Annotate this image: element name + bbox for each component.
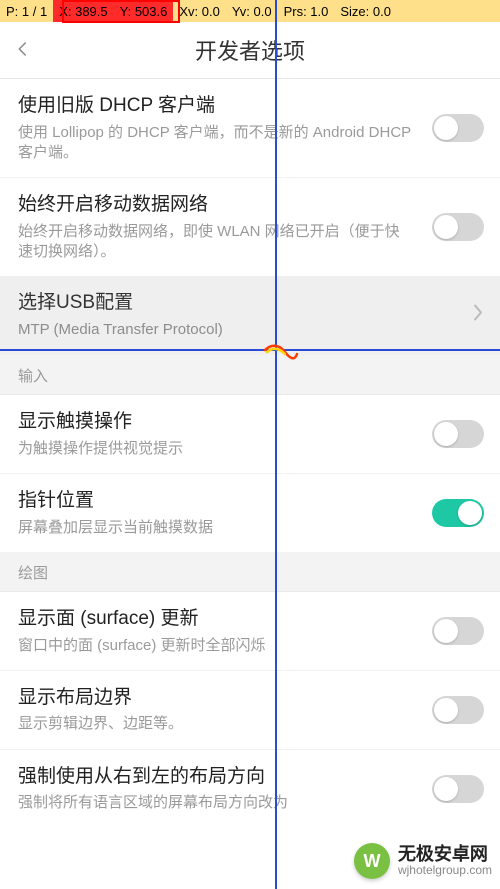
screen: P: 1 / 1 X: 389.5 Y: 503.6 Xv: 0.0 Yv: 0…: [0, 0, 500, 889]
toggle-force-rtl[interactable]: [432, 775, 484, 803]
row-surface-sub: 窗口中的面 (surface) 更新时全部闪烁: [18, 636, 482, 656]
row-rtl-label: 强制使用从右到左的布局方向: [18, 764, 482, 790]
row-rtl-sub: 强制将所有语言区域的屏幕布局方向改为: [18, 793, 482, 813]
row-mobile-data[interactable]: 始终开启移动数据网络 始终开启移动数据网络，即使 WLAN 网络已开启（便于快速…: [0, 178, 500, 276]
page-title: 开发者选项: [195, 34, 305, 66]
row-layout-label: 显示布局边界: [18, 685, 482, 711]
row-show-touches-sub: 为触摸操作提供视觉提示: [18, 439, 482, 459]
pointer-debug-bar: P: 1 / 1 X: 389.5 Y: 503.6 Xv: 0.0 Yv: 0…: [0, 0, 500, 22]
debug-y: Y: 503.6: [114, 0, 174, 22]
row-usb-sub: MTP (Media Transfer Protocol): [18, 320, 482, 340]
watermark-url: wjhotelgroup.com: [398, 864, 492, 877]
debug-xv: Xv: 0.0: [173, 0, 225, 22]
row-surface-updates[interactable]: 显示面 (surface) 更新 窗口中的面 (surface) 更新时全部闪烁: [0, 592, 500, 671]
section-draw: 绘图: [0, 552, 500, 592]
debug-yv: Yv: 0.0: [226, 0, 278, 22]
debug-p: P: 1 / 1: [0, 0, 53, 22]
watermark-name: 无极安卓网: [398, 845, 492, 865]
toggle-mobile-data[interactable]: [432, 213, 484, 241]
toggle-pointer-location[interactable]: [432, 499, 484, 527]
toggle-layout-bounds[interactable]: [432, 696, 484, 724]
row-usb-config[interactable]: 选择USB配置 MTP (Media Transfer Protocol): [0, 276, 500, 355]
toggle-show-touches[interactable]: [432, 420, 484, 448]
row-dhcp[interactable]: 使用旧版 DHCP 客户端 使用 Lollipop 的 DHCP 客户端，而不是…: [0, 79, 500, 178]
row-layout-bounds[interactable]: 显示布局边界 显示剪辑边界、边距等。: [0, 671, 500, 750]
row-usb-label: 选择USB配置: [18, 290, 482, 316]
chevron-left-icon: [14, 40, 32, 58]
section-input: 输入: [0, 355, 500, 395]
watermark-logo: W: [354, 843, 390, 879]
row-dhcp-label: 使用旧版 DHCP 客户端: [18, 93, 482, 119]
row-mobile-sub: 始终开启移动数据网络，即使 WLAN 网络已开启（便于快速切换网络）。: [18, 222, 482, 263]
watermark: W 无极安卓网 wjhotelgroup.com: [354, 843, 492, 879]
row-force-rtl[interactable]: 强制使用从右到左的布局方向 强制将所有语言区域的屏幕布局方向改为: [0, 750, 500, 828]
row-dhcp-sub: 使用 Lollipop 的 DHCP 客户端，而不是新的 Android DHC…: [18, 123, 482, 164]
row-show-touches-label: 显示触摸操作: [18, 409, 482, 435]
row-show-touches[interactable]: 显示触摸操作 为触摸操作提供视觉提示: [0, 395, 500, 474]
chevron-right-icon: [472, 303, 484, 323]
row-surface-label: 显示面 (surface) 更新: [18, 606, 482, 632]
row-layout-sub: 显示剪辑边界、边距等。: [18, 714, 482, 734]
row-mobile-label: 始终开启移动数据网络: [18, 192, 482, 218]
row-pointer-location[interactable]: 指针位置 屏幕叠加层显示当前触摸数据: [0, 474, 500, 552]
row-pointer-label: 指针位置: [18, 488, 482, 514]
debug-size: Size: 0.0: [334, 0, 397, 22]
debug-prs: Prs: 1.0: [278, 0, 335, 22]
row-pointer-sub: 屏幕叠加层显示当前触摸数据: [18, 518, 482, 538]
debug-x: X: 389.5: [53, 0, 113, 22]
back-button[interactable]: [14, 40, 44, 70]
toggle-dhcp[interactable]: [432, 114, 484, 142]
toggle-surface-updates[interactable]: [432, 617, 484, 645]
